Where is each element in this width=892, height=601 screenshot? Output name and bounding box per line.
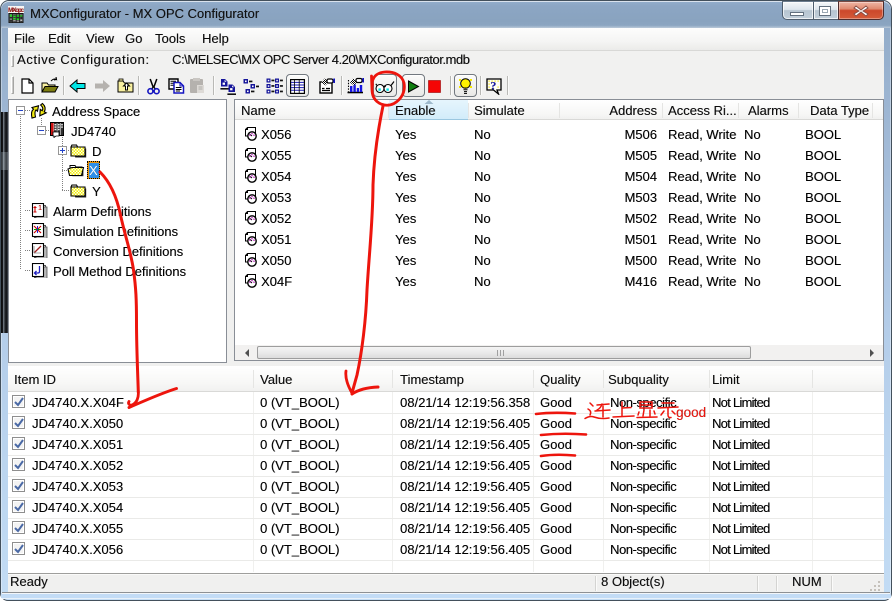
- svg-text:good: good: [676, 405, 706, 420]
